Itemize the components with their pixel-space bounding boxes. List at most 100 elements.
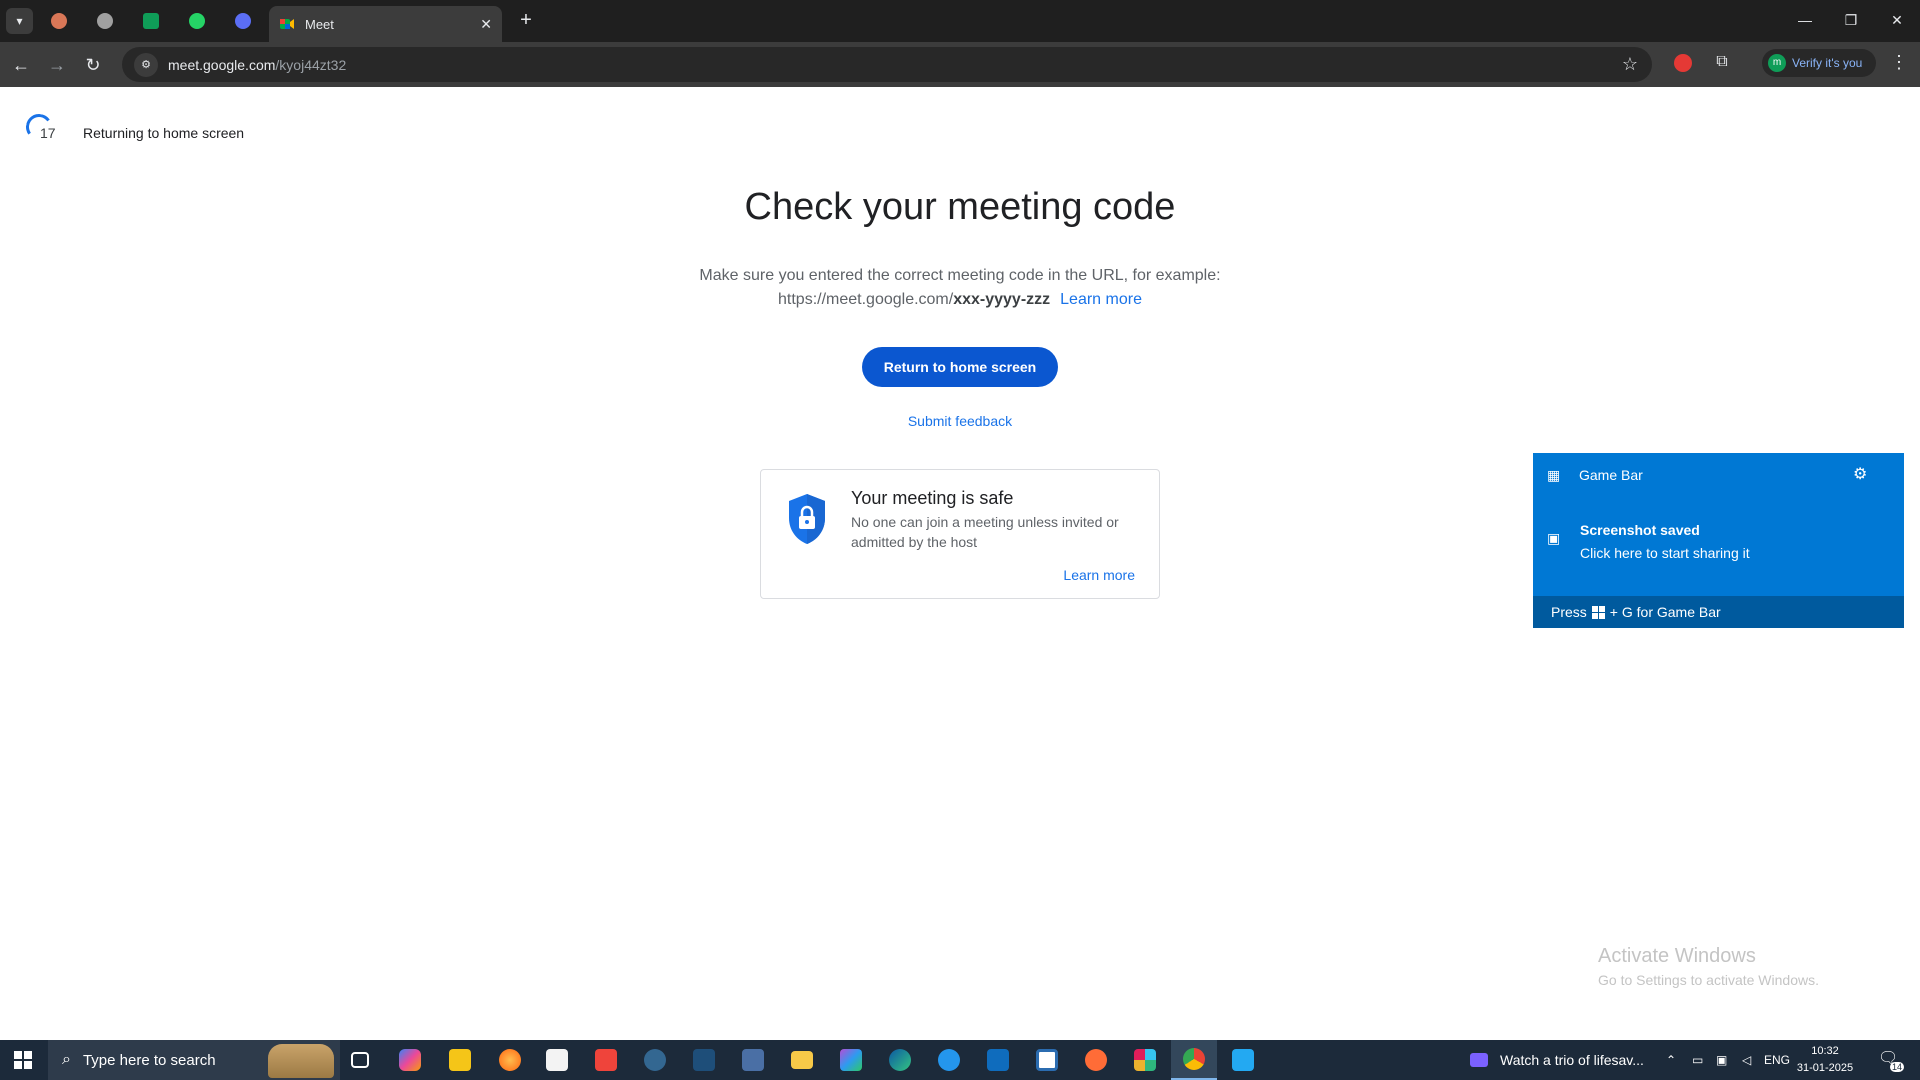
forward-icon[interactable]: → xyxy=(42,50,72,80)
app-icon xyxy=(143,13,159,29)
sticky-notes-icon[interactable] xyxy=(437,1040,483,1080)
returning-text: Returning to home screen xyxy=(83,125,245,141)
game-bar-footer: Press + G for Game Bar xyxy=(1533,596,1904,628)
microsoft-365-icon[interactable] xyxy=(828,1040,874,1080)
submit-feedback-text[interactable]: Submit feedback xyxy=(908,413,1012,429)
meet-icon xyxy=(279,16,295,32)
anydesk-icon[interactable] xyxy=(583,1040,629,1080)
return-home-button[interactable]: Return to home screen xyxy=(862,347,1058,387)
learn-more-link[interactable]: Learn more xyxy=(1060,291,1142,308)
footer-press: Press xyxy=(1551,604,1587,620)
file-explorer-icon[interactable] xyxy=(779,1040,825,1080)
verify-label: Verify it's you xyxy=(1792,56,1863,70)
start-sharing-text[interactable]: Click here to start sharing it xyxy=(1580,545,1750,561)
description: Make sure you entered the correct meetin… xyxy=(0,264,1920,312)
postman-icon[interactable] xyxy=(1073,1040,1119,1080)
search-icon: ⌕ xyxy=(62,1051,71,1068)
search-placeholder: Type here to search xyxy=(82,1051,216,1069)
submit-feedback-link: Submit feedback xyxy=(0,413,1920,429)
search-highlight-image[interactable] xyxy=(268,1044,334,1078)
outlook-icon[interactable] xyxy=(975,1040,1021,1080)
network-icon[interactable]: ▣ xyxy=(1716,1040,1727,1080)
meeting-safe-card: Your meeting is safe No one can join a m… xyxy=(760,469,1160,599)
bookmark-star-icon[interactable]: ☆ xyxy=(1622,54,1638,75)
task-view-icon[interactable] xyxy=(337,1040,383,1080)
clock-time: 10:32 xyxy=(1811,1045,1839,1057)
reload-icon[interactable]: ↻ xyxy=(78,50,108,80)
docker-icon[interactable] xyxy=(926,1040,972,1080)
game-bar-toast[interactable]: ▦ Game Bar ⚙ ▣ Screenshot saved Click he… xyxy=(1533,453,1904,628)
extensions-puzzle-icon[interactable]: ⧉ xyxy=(1710,50,1734,74)
pinned-tab-whatsapp[interactable] xyxy=(182,8,212,34)
video-icon xyxy=(1470,1053,1488,1067)
window-app-icon[interactable] xyxy=(1024,1040,1070,1080)
pinned-tab-claude[interactable] xyxy=(44,8,74,34)
safe-card-description: No one can join a meeting unless invited… xyxy=(851,514,1119,550)
tab-strip: ▾ Meet ✕ + — ❐ ✕ xyxy=(0,0,1920,42)
description-line: Make sure you entered the correct meetin… xyxy=(699,267,1221,284)
back-icon[interactable]: ← xyxy=(6,50,36,80)
clock[interactable]: 10:32 31-01-2025 xyxy=(1790,1043,1860,1077)
copilot-icon[interactable] xyxy=(387,1040,433,1080)
example-url-prefix: https://meet.google.com/ xyxy=(778,291,954,308)
new-tab-button[interactable]: + xyxy=(512,8,540,34)
sql-server-icon[interactable] xyxy=(681,1040,727,1080)
watermark-line1: Activate Windows xyxy=(1598,945,1756,967)
profile-avatar: m xyxy=(1768,54,1786,72)
watermark-line2: Go to Settings to activate Windows. xyxy=(1598,972,1819,988)
tab-search-button[interactable]: ▾ xyxy=(6,8,33,34)
pinned-tab-app[interactable] xyxy=(136,8,166,34)
notification-center-icon[interactable]: 🗨 14 xyxy=(1878,1048,1906,1072)
slack-icon[interactable] xyxy=(1122,1040,1168,1080)
show-hidden-icons[interactable]: ⌃ xyxy=(1666,1040,1676,1080)
firefox-icon[interactable] xyxy=(487,1040,533,1080)
activate-windows-watermark: Activate Windows Go to Settings to activ… xyxy=(1598,945,1819,988)
edge-icon[interactable] xyxy=(877,1040,923,1080)
gear-icon[interactable]: ⚙ xyxy=(1853,464,1867,484)
screenshot-icon: ▣ xyxy=(1547,530,1561,546)
minimize-icon[interactable]: — xyxy=(1782,0,1828,40)
taskbar: ⌕ Type here to search Watch a trio of li… xyxy=(0,1040,1920,1080)
pinned-tab-extension[interactable] xyxy=(228,8,258,34)
start-button[interactable] xyxy=(0,1040,46,1080)
microsoft-store-icon[interactable] xyxy=(534,1040,580,1080)
meet-now-icon[interactable]: ▭ xyxy=(1692,1040,1703,1080)
url-path: /kyoj44zt32 xyxy=(275,56,347,73)
safe-card-learn-more-link[interactable]: Learn more xyxy=(1063,567,1135,583)
tab-title: Meet xyxy=(305,16,334,32)
pinned-tab-chatgpt[interactable] xyxy=(90,8,120,34)
browser-menu-icon[interactable]: ⋮ xyxy=(1890,52,1908,73)
example-code: xxx-yyyy-zzz xyxy=(953,291,1051,308)
media-text: Watch a trio of lifesav... xyxy=(1500,1052,1644,1068)
browser-toolbar: ← → ↻ ⚙ meet.google.com/kyoj44zt32 ☆ xyxy=(0,42,1920,87)
volume-muted-icon[interactable]: ◁ xyxy=(1742,1040,1751,1080)
safe-card-title: Your meeting is safe xyxy=(851,488,1014,508)
windows-key-icon xyxy=(1591,605,1605,619)
page-title: Check your meeting code xyxy=(744,186,1176,228)
site-info-icon[interactable]: ⚙ xyxy=(134,52,158,77)
claude-icon xyxy=(51,13,67,29)
restore-icon[interactable]: ❐ xyxy=(1828,0,1874,40)
shield-lock-icon xyxy=(785,492,829,546)
tab-meet[interactable]: Meet ✕ xyxy=(269,6,502,42)
close-window-icon[interactable]: ✕ xyxy=(1874,0,1920,40)
address-bar[interactable]: ⚙ meet.google.com/kyoj44zt32 ☆ xyxy=(122,47,1652,82)
media-widget[interactable]: Watch a trio of lifesav... xyxy=(1470,1040,1650,1080)
whatsapp-icon xyxy=(189,13,205,29)
vscode-icon[interactable] xyxy=(1220,1040,1266,1080)
verify-profile-button[interactable]: m Verify it's you xyxy=(1762,49,1876,77)
postgresql-icon[interactable] xyxy=(632,1040,678,1080)
close-tab-icon[interactable]: ✕ xyxy=(480,16,492,33)
example-url-line: https://meet.google.com/xxx-yyyy-zzz Lear… xyxy=(0,288,1920,312)
extension-red-icon[interactable] xyxy=(1674,54,1692,72)
chrome-icon[interactable] xyxy=(1171,1040,1217,1080)
extension-icon xyxy=(235,13,251,29)
calculator-icon[interactable] xyxy=(730,1040,776,1080)
url-host: meet.google.com xyxy=(168,56,276,73)
footer-rest: + G for Game Bar xyxy=(1609,604,1721,620)
game-bar-title: Game Bar xyxy=(1579,467,1643,483)
language-indicator[interactable]: ENG xyxy=(1764,1040,1790,1080)
countdown-number: 17 xyxy=(40,125,56,141)
notification-count: 14 xyxy=(1889,1062,1904,1072)
game-bar-icon: ▦ xyxy=(1547,467,1561,483)
